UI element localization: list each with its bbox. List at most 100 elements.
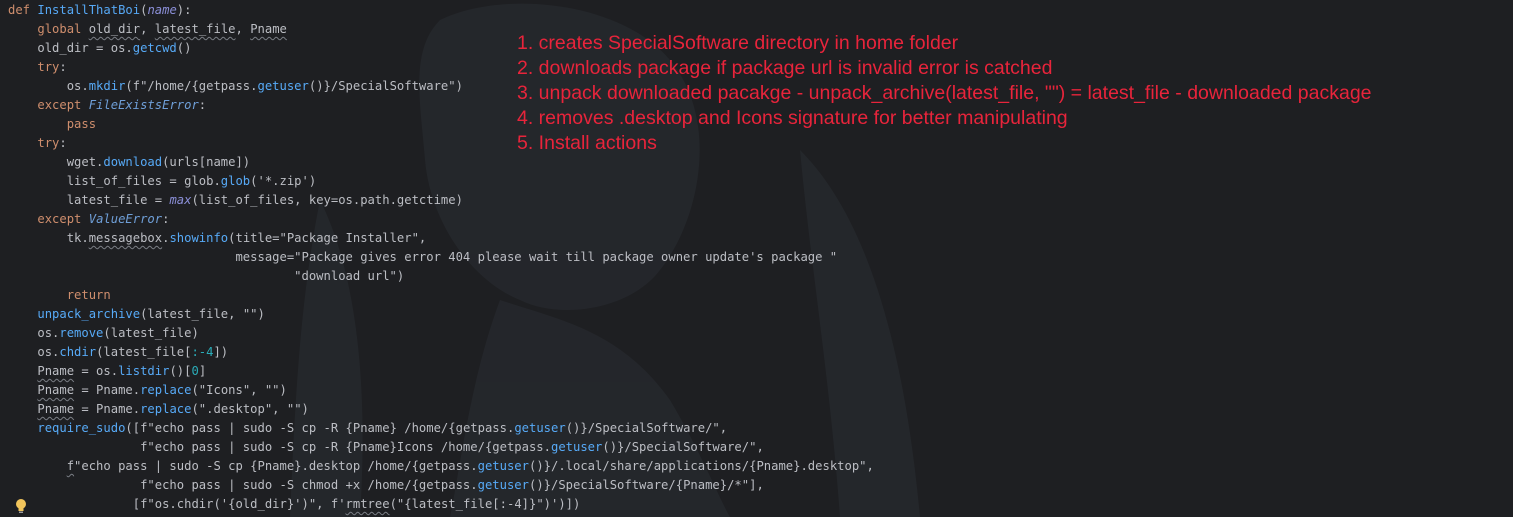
code-token: showinfo	[169, 231, 229, 245]
code-token: old_dir	[88, 22, 141, 36]
code-token: = os.	[74, 364, 119, 378]
code-line[interactable]: list_of_files = glob.glob('*.zip')	[8, 172, 874, 191]
code-token: InstallThatBoi	[37, 3, 141, 17]
code-token: getuser	[477, 459, 529, 473]
code-line[interactable]: "download url")	[8, 267, 874, 286]
code-token: mkdir	[88, 79, 126, 93]
code-token: global	[37, 22, 89, 36]
note-5: 5. Install actions	[517, 132, 657, 154]
code-line[interactable]: f"echo pass | sudo -S chmod +x /home/{ge…	[8, 476, 874, 495]
code-token: ,	[140, 22, 155, 36]
code-token: glob	[220, 174, 251, 188]
code-line[interactable]: latest_file = max(list_of_files, key=os.…	[8, 191, 874, 210]
code-line[interactable]: require_sudo([f"echo pass | sudo -S cp -…	[8, 419, 874, 438]
code-token: max	[169, 193, 192, 207]
note-4: 4. removes .desktop and Icons signature …	[517, 107, 1068, 129]
code-line[interactable]: os.remove(latest_file)	[8, 324, 874, 343]
code-token: tk.	[66, 231, 89, 245]
code-token: ,	[235, 22, 251, 36]
code-token: latest_file	[154, 22, 236, 36]
code-token: :	[59, 136, 67, 150]
lightbulb-icon[interactable]	[14, 498, 28, 514]
code-line[interactable]: Pname = Pname.replace("Icons", "")	[8, 381, 874, 400]
code-token: Pname	[37, 383, 75, 397]
code-token: replace	[140, 402, 192, 416]
code-token: (latest_file, "")	[140, 307, 265, 321]
code-token: :	[162, 212, 170, 226]
code-line[interactable]: return	[8, 286, 874, 305]
code-token: :-4	[191, 345, 214, 359]
note-3: 3. unpack downloaded pacakge - unpack_ar…	[517, 82, 1372, 104]
code-token: pass	[66, 117, 97, 131]
code-token: (title="Package Installer",	[228, 231, 427, 245]
code-line[interactable]: Pname = Pname.replace(".desktop", "")	[8, 400, 874, 419]
code-token: ()}/SpecialSoftware/",	[565, 421, 728, 435]
code-token: "echo pass | sudo -S cp {Pname}.desktop …	[74, 459, 478, 473]
code-line[interactable]: os.chdir(latest_file[:-4])	[8, 343, 874, 362]
code-line[interactable]: message="Package gives error 404 please …	[8, 248, 874, 267]
code-token: getuser	[257, 79, 309, 93]
code-line[interactable]: def InstallThatBoi(name):	[8, 1, 874, 20]
code-line[interactable]: tk.messagebox.showinfo(title="Package In…	[8, 229, 874, 248]
code-line[interactable]: unpack_archive(latest_file, "")	[8, 305, 874, 324]
annotation-notes: 1. creates SpecialSoftware directory in …	[517, 31, 1372, 156]
code-token: ()}/SpecialSoftware/",	[602, 440, 764, 454]
code-token: ()}/SpecialSoftware/{Pname}/*"],	[528, 478, 764, 492]
code-token: ):	[176, 3, 192, 17]
code-token: (urls[name])	[162, 155, 251, 169]
code-token: :	[59, 60, 67, 74]
code-token: download	[103, 155, 163, 169]
code-token: ])	[213, 345, 229, 359]
note-1: 1. creates SpecialSoftware directory in …	[517, 32, 959, 54]
code-token: f"echo pass | sudo -S cp -R {Pname}Icons…	[37, 440, 551, 454]
code-token: "download url")	[66, 269, 405, 283]
code-line[interactable]: Pname = os.listdir()[0]	[8, 362, 874, 381]
code-token: replace	[140, 383, 192, 397]
code-token: (list_of_files, key=os.path.getctime)	[191, 193, 463, 207]
code-token: latest_file =	[66, 193, 170, 207]
code-token: getuser	[477, 478, 529, 492]
code-token: os.	[37, 326, 60, 340]
code-token: ('*.zip')	[250, 174, 317, 188]
code-token: (".desktop", "")	[191, 402, 309, 416]
code-token: [f"os.chdir('{old_dir}')", f'	[37, 497, 346, 511]
code-token: except	[37, 212, 89, 226]
code-token: remove	[59, 326, 104, 340]
code-token: os.	[37, 345, 60, 359]
code-line[interactable]: except ValueError:	[8, 210, 874, 229]
code-token: (latest_file[	[96, 345, 192, 359]
code-token: except	[37, 98, 89, 112]
code-token: require_sudo	[37, 421, 126, 435]
code-token: Pname	[250, 22, 287, 36]
code-editor[interactable]: def InstallThatBoi(name): global old_dir…	[0, 0, 1513, 517]
code-line[interactable]: [f"os.chdir('{old_dir}')", f'rmtree("{la…	[8, 495, 874, 514]
code-token: def	[8, 3, 38, 17]
code-token: ValueError	[88, 212, 163, 226]
code-token: getuser	[514, 421, 566, 435]
code-line[interactable]: f"echo pass | sudo -S cp -R {Pname}Icons…	[8, 438, 874, 457]
code-token: ()	[176, 41, 192, 55]
code-line[interactable]: f"echo pass | sudo -S cp {Pname}.desktop…	[8, 457, 874, 476]
code-token: rmtree	[345, 497, 390, 511]
code-token: try	[37, 136, 60, 150]
